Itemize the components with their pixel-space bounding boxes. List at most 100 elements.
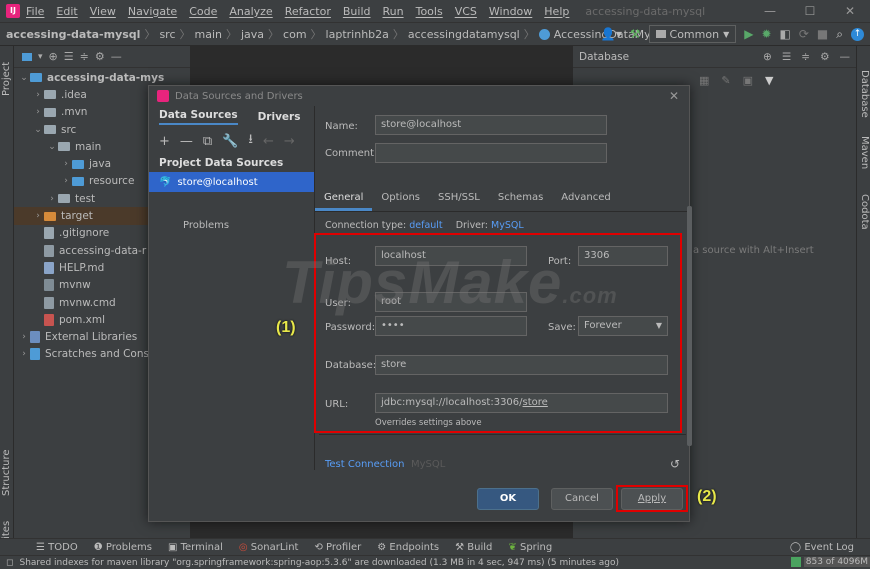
chevron-right-icon[interactable]: ›	[60, 159, 72, 169]
menu-tools[interactable]: Tools	[416, 5, 443, 18]
menu-refactor[interactable]: Refactor	[285, 5, 331, 18]
project-view-icon[interactable]	[22, 52, 32, 61]
stop-icon[interactable]: ■	[817, 27, 828, 41]
hide-icon[interactable]: —	[111, 50, 122, 63]
hammer-icon[interactable]: ⚒	[630, 27, 641, 41]
menu-navigate[interactable]: Navigate	[128, 5, 177, 18]
import-icon[interactable]: ⭳	[248, 130, 253, 152]
problems-item[interactable]: Problems	[149, 220, 314, 231]
chevron-down-icon[interactable]: ⌄	[18, 73, 30, 83]
spring-tab[interactable]: ❦ Spring	[508, 542, 552, 553]
tab-general[interactable]: General	[315, 192, 373, 211]
menu-build[interactable]: Build	[343, 5, 371, 18]
menu-code[interactable]: Code	[189, 5, 217, 18]
coverage-icon[interactable]: ◧	[780, 27, 791, 41]
wrench-icon[interactable]: 🔧	[222, 134, 238, 149]
run-configuration-select[interactable]: Common ▼	[648, 25, 737, 43]
chevron-down-icon[interactable]: ⌄	[32, 125, 44, 135]
forward-arrow-icon[interactable]: →	[284, 134, 295, 149]
expand-all-icon[interactable]: ☰	[64, 50, 74, 63]
hide-icon[interactable]: —	[840, 51, 851, 63]
chevron-right-icon[interactable]: ›	[32, 107, 44, 117]
status-toggle-icon[interactable]: ◻	[6, 558, 13, 568]
chevron-down-icon[interactable]: ▾	[38, 52, 43, 62]
cancel-button[interactable]: Cancel	[551, 488, 613, 510]
remove-icon[interactable]: —	[180, 134, 193, 149]
search-icon[interactable]: ⌕	[836, 27, 843, 42]
tab-schemas[interactable]: Schemas	[489, 192, 552, 211]
project-tool-tab[interactable]: Project	[1, 62, 12, 96]
collapse-all-icon[interactable]: ≑	[80, 50, 89, 63]
maximize-icon[interactable]: ☐	[790, 0, 830, 22]
back-arrow-icon[interactable]: ←	[263, 134, 274, 149]
connection-type-link[interactable]: default	[409, 220, 442, 231]
chevron-down-icon[interactable]: ⌄	[46, 142, 58, 152]
debug-icon[interactable]: ✹	[761, 27, 771, 41]
chevron-right-icon[interactable]: ›	[60, 176, 72, 186]
breadcrumb-project[interactable]: accessing-data-mysql	[6, 28, 140, 41]
console-icon[interactable]: ▣	[743, 74, 753, 87]
menu-analyze[interactable]: Analyze	[229, 5, 272, 18]
structure-tool-tab[interactable]: Structure	[1, 449, 12, 496]
maven-tool-tab[interactable]: Maven	[859, 136, 870, 169]
menu-edit[interactable]: Edit	[56, 5, 77, 18]
run-icon[interactable]: ▶	[744, 27, 753, 41]
test-connection-link[interactable]: Test Connection	[325, 459, 404, 470]
memory-indicator[interactable]: 853 of 4096M	[786, 557, 870, 567]
build-tab[interactable]: ⚒ Build	[455, 542, 492, 553]
menu-help[interactable]: Help	[544, 5, 569, 18]
sonarlint-tab[interactable]: ◎ SonarLint	[239, 542, 299, 553]
tab-ssh-ssl[interactable]: SSH/SSL	[429, 192, 489, 211]
breadcrumb-java[interactable]: java	[241, 28, 264, 41]
breadcrumb-main[interactable]: main	[195, 28, 222, 41]
ok-button[interactable]: OK	[477, 488, 539, 510]
scrollbar[interactable]	[687, 206, 692, 446]
codota-tool-tab[interactable]: Codota	[859, 194, 870, 230]
chevron-right-icon[interactable]: ›	[46, 194, 58, 204]
driver-link[interactable]: MySQL	[491, 220, 524, 231]
locate-icon[interactable]: ⊕	[49, 50, 58, 63]
menu-run[interactable]: Run	[383, 5, 404, 18]
table-icon[interactable]: ▦	[699, 74, 709, 87]
data-source-item-store[interactable]: 🐬 store@localhost	[149, 172, 314, 192]
profiler-tab[interactable]: ⟲ Profiler	[314, 542, 361, 553]
database-tool-tab[interactable]: Database	[859, 70, 870, 118]
breadcrumb-com[interactable]: com	[283, 28, 307, 41]
breadcrumb-src[interactable]: src	[159, 28, 175, 41]
tree-item[interactable]: ⌄ accessing-data-mys	[14, 69, 190, 86]
update-icon[interactable]: ↑	[851, 27, 864, 41]
event-log-tab[interactable]: ◯ Event Log	[790, 542, 854, 553]
minimize-icon[interactable]: —	[750, 0, 790, 22]
breadcrumb-subpackage[interactable]: accessingdatamysql	[408, 28, 520, 41]
filter-icon[interactable]: ▼	[765, 74, 773, 87]
name-field[interactable]: store@localhost	[375, 115, 607, 135]
todo-tab[interactable]: ☰ TODO	[36, 542, 78, 553]
collapse-icon[interactable]: ≑	[801, 51, 810, 63]
menu-view[interactable]: View	[90, 5, 116, 18]
add-icon[interactable]: +	[159, 134, 170, 149]
problems-tab[interactable]: ❶ Problems	[94, 542, 152, 553]
chevron-right-icon[interactable]: ›	[32, 211, 44, 221]
breadcrumb-package[interactable]: laptrinhb2a	[326, 28, 389, 41]
menu-vcs[interactable]: VCS	[455, 5, 477, 18]
expand-icon[interactable]: ☰	[782, 51, 791, 63]
edit-icon[interactable]: ✎	[721, 74, 730, 87]
profile-icon[interactable]: ⟳	[799, 27, 809, 41]
tab-options[interactable]: Options	[372, 192, 429, 211]
chevron-right-icon[interactable]: ›	[18, 332, 30, 342]
terminal-tab[interactable]: ▣ Terminal	[168, 542, 223, 553]
copy-icon[interactable]: ⧉	[203, 134, 212, 149]
chevron-right-icon[interactable]: ›	[32, 90, 44, 100]
menu-file[interactable]: File	[26, 5, 44, 18]
chevron-right-icon[interactable]: ›	[18, 349, 30, 359]
close-window-icon[interactable]: ✕	[830, 0, 870, 22]
reset-icon[interactable]: ↺	[670, 457, 680, 471]
close-icon[interactable]: ✕	[669, 89, 679, 103]
comment-field[interactable]	[375, 143, 607, 163]
gear-icon[interactable]: ⚙	[820, 51, 829, 63]
tab-advanced[interactable]: Advanced	[552, 192, 619, 211]
menu-window[interactable]: Window	[489, 5, 532, 18]
globe-icon[interactable]: ⊕	[763, 51, 772, 63]
user-icon[interactable]: 👤▾	[601, 27, 622, 41]
endpoints-tab[interactable]: ⚙ Endpoints	[377, 542, 439, 553]
